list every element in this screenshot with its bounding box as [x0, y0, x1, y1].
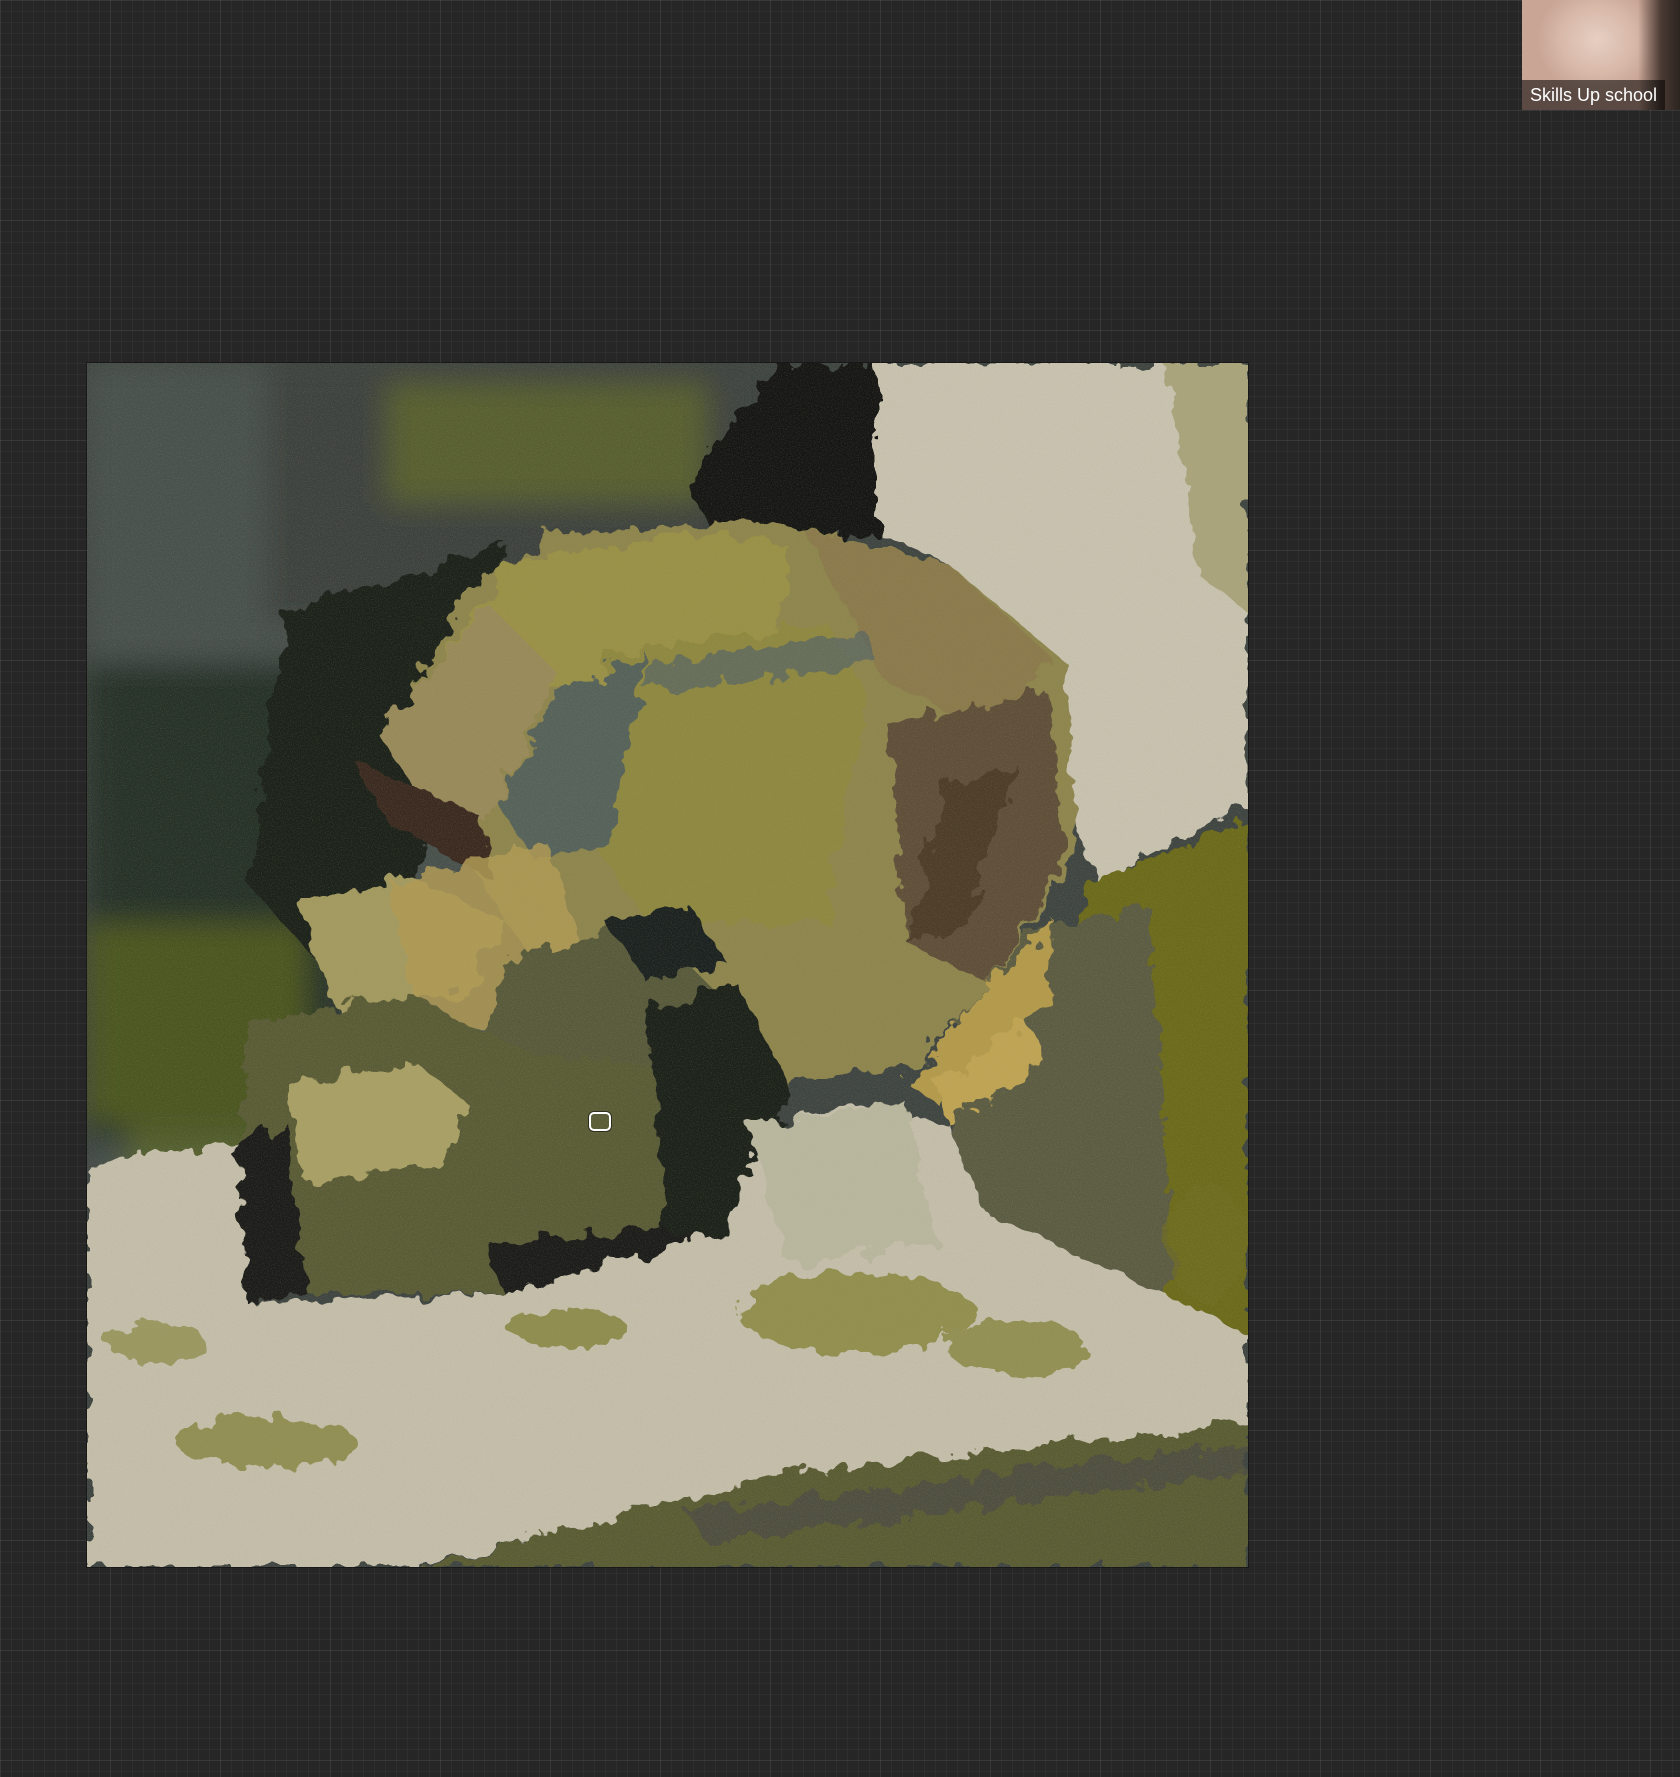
- brush-cursor-icon: [589, 1112, 611, 1131]
- drawing-workspace[interactable]: Skills Up school: [0, 0, 1680, 1777]
- painting-artwork: [87, 363, 1248, 1567]
- painting-canvas[interactable]: [87, 363, 1248, 1567]
- participant-name-label: Skills Up school: [1522, 80, 1666, 110]
- participant-video-tile[interactable]: Skills Up school: [1522, 0, 1680, 110]
